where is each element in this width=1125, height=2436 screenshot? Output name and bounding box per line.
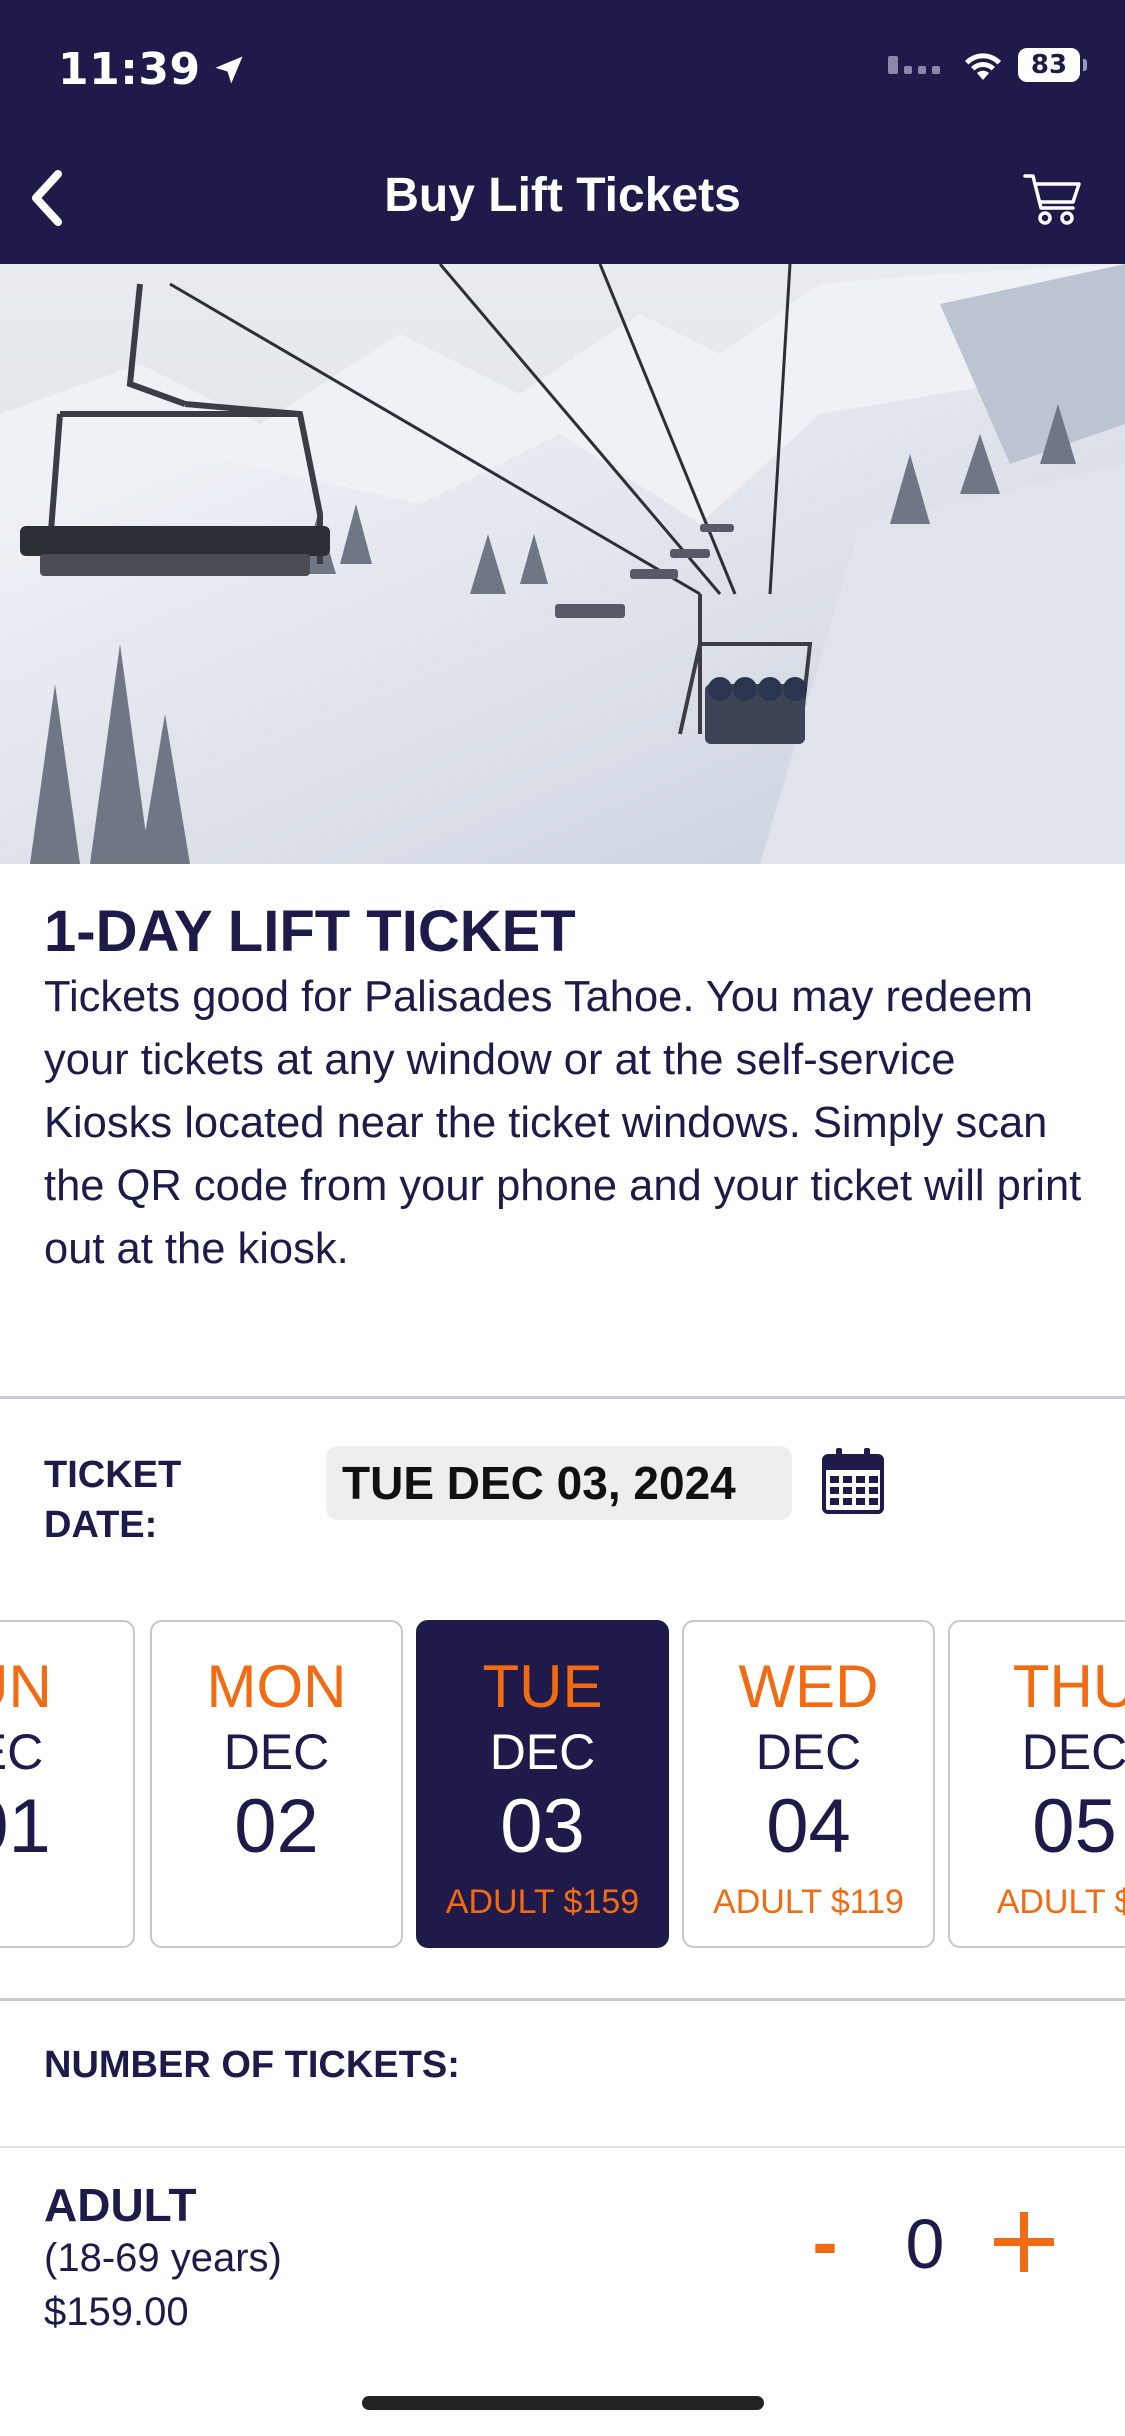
day-name: TUE <box>482 1653 603 1720</box>
day-name: WED <box>738 1653 879 1720</box>
day-number: 01 <box>0 1784 51 1869</box>
day-month: DEC <box>1021 1724 1125 1780</box>
status-time: 11:39 <box>58 44 247 95</box>
adult-ticket-age: (18-69 years) <box>44 2236 282 2280</box>
ticket-date-field[interactable]: TUE DEC 03, 2024 <box>326 1446 792 1520</box>
page-title: Buy Lift Tickets <box>384 169 741 222</box>
battery-level: 83 <box>1018 48 1080 82</box>
divider <box>0 1998 1125 2001</box>
adult-quantity-value: 0 <box>905 2205 945 2283</box>
status-time-text: 11:39 <box>58 44 201 95</box>
hero-image <box>0 264 1125 864</box>
day-month: DEC <box>223 1724 330 1780</box>
cellular-signal-icon <box>888 56 940 74</box>
day-number: 05 <box>1032 1784 1117 1869</box>
adult-ticket-title: ADULT <box>44 2179 197 2231</box>
day-selector: UN EC 01 MON DEC 02 TUE DEC 03 ADULT $15… <box>0 1620 1125 1950</box>
day-number: 04 <box>766 1784 851 1869</box>
product-description: Tickets good for Palisades Tahoe. You ma… <box>44 973 1082 1273</box>
divider <box>0 1396 1125 1399</box>
day-price: ADULT $1 <box>996 1883 1125 1921</box>
day-month: DEC <box>755 1724 862 1780</box>
day-card-dec-05[interactable]: THU DEC 05 ADULT $1 <box>948 1620 1125 1948</box>
cart-icon[interactable] <box>1021 166 1085 230</box>
ticket-date-label: TICKET DATE: <box>44 1454 182 1546</box>
decrease-quantity-button[interactable]: - <box>800 2205 850 2281</box>
day-name: MON <box>206 1653 347 1720</box>
wifi-icon <box>965 53 1001 80</box>
day-card-dec-02[interactable]: MON DEC 02 <box>150 1620 403 1948</box>
day-price: ADULT $159 <box>445 1883 640 1921</box>
app-header: 11:39 83 Buy Lift Tickets <box>0 0 1125 264</box>
product-title: 1-DAY LIFT TICKET <box>44 899 576 964</box>
battery-icon: 83 <box>1018 48 1087 82</box>
day-month: EC <box>0 1724 44 1780</box>
home-indicator[interactable] <box>362 2396 764 2410</box>
divider <box>0 2146 1125 2148</box>
status-indicators: 83 <box>888 48 1087 82</box>
day-number: 03 <box>500 1784 585 1869</box>
calendar-icon[interactable] <box>820 1446 886 1516</box>
day-number: 02 <box>234 1784 319 1869</box>
number-of-tickets-label: NUMBER OF TICKETS: <box>44 2044 460 2086</box>
day-card-dec-04[interactable]: WED DEC 04 ADULT $119 <box>682 1620 935 1948</box>
day-card-dec-03[interactable]: TUE DEC 03 ADULT $159 <box>416 1620 669 1948</box>
day-card-dec-01[interactable]: UN EC 01 <box>0 1620 135 1948</box>
day-price: ADULT $119 <box>713 1883 904 1921</box>
day-name: THU <box>1012 1653 1125 1720</box>
day-name: UN <box>0 1653 52 1720</box>
day-month: DEC <box>489 1724 596 1780</box>
adult-ticket-price: $159.00 <box>44 2290 189 2334</box>
location-arrow-icon <box>215 56 243 83</box>
increase-quantity-plus-icon[interactable] <box>988 2206 1060 2278</box>
